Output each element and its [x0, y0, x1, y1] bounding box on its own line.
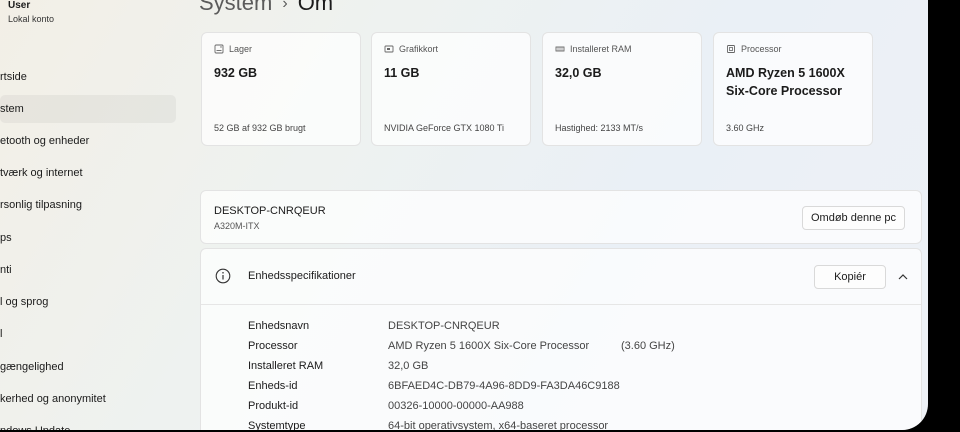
- sidebar-item-accessibility[interactable]: gængelighed: [0, 353, 176, 381]
- info-icon: [215, 268, 231, 284]
- card-processor[interactable]: Processor AMD Ryzen 5 1600X Six-Core Pro…: [713, 32, 873, 146]
- sidebar-item-gaming[interactable]: l: [0, 320, 176, 348]
- spec-label: Produkt-id: [248, 400, 299, 412]
- cpu-icon: [727, 45, 735, 53]
- user-name: User: [8, 0, 31, 11]
- spec-label: Processor: [248, 340, 298, 352]
- spec-value: DESKTOP-CNRQEUR: [388, 320, 500, 332]
- breadcrumb-separator: ›: [282, 0, 288, 12]
- device-name: DESKTOP-CNRQEUR: [214, 205, 326, 217]
- spec-label: Enheds-id: [248, 380, 298, 392]
- sidebar-item-bluetooth[interactable]: etooth og enheder: [0, 127, 176, 155]
- section-title: Enhedsspecifikationer: [248, 270, 356, 282]
- sidebar-item-apps[interactable]: ps: [0, 224, 176, 252]
- settings-window: User Lokal konto rtside stem etooth og e…: [0, 0, 928, 430]
- card-title: Installeret RAM: [570, 44, 632, 54]
- sidebar-item-network[interactable]: tværk og internet: [0, 159, 176, 187]
- sidebar-item-time-language[interactable]: l og sprog: [0, 288, 176, 316]
- card-title: Grafikkort: [399, 44, 439, 54]
- card-value: 932 GB: [214, 66, 258, 80]
- sidebar: User Lokal konto rtside stem etooth og e…: [0, 0, 182, 430]
- user-profile[interactable]: User Lokal konto: [8, 0, 54, 24]
- card-subtext: NVIDIA GeForce GTX 1080 Ti: [384, 123, 505, 133]
- chevron-up-icon[interactable]: [896, 270, 910, 284]
- rename-pc-button[interactable]: Omdøb denne pc: [802, 206, 905, 230]
- spec-value: 32,0 GB: [388, 360, 429, 372]
- sidebar-item-windows-update[interactable]: ndows Update: [0, 417, 176, 430]
- sidebar-item-privacy[interactable]: kerhed og anonymitet: [0, 385, 176, 413]
- card-title: Processor: [741, 44, 782, 54]
- card-storage[interactable]: Lager 932 GB 52 GB af 932 GB brugt: [201, 32, 361, 146]
- spec-label: Systemtype: [248, 420, 306, 430]
- sidebar-item-accounts[interactable]: nti: [0, 256, 176, 284]
- page-title: Om: [297, 0, 334, 15]
- spec-value: 00326-10000-00000-AA988: [388, 400, 524, 412]
- device-specifications-header[interactable]: Enhedsspecifikationer Kopiér: [201, 249, 921, 305]
- gpu-icon: [384, 45, 394, 53]
- breadcrumb-parent[interactable]: System: [199, 0, 272, 15]
- device-specifications-panel: Enhedsspecifikationer Kopiér Enhedsnavn …: [200, 248, 922, 430]
- sidebar-item-personalization[interactable]: rsonlig tilpasning: [0, 191, 176, 219]
- spec-value: 64-bit operativsystem, x64-baseret proce…: [388, 420, 609, 430]
- spec-extra-value: (3.60 GHz): [621, 340, 675, 352]
- spec-value: AMD Ryzen 5 1600X Six-Core Processor: [388, 340, 590, 352]
- card-title: Lager: [229, 44, 253, 54]
- device-model: A320M-ITX: [214, 221, 260, 231]
- card-value: 32,0 GB: [555, 66, 602, 80]
- card-ram[interactable]: Installeret RAM 32,0 GB Hastighed: 2133 …: [542, 32, 702, 146]
- card-value: AMD Ryzen 5 1600X Six-Core Processor: [726, 66, 845, 98]
- account-type: Lokal konto: [8, 14, 55, 24]
- breadcrumb: System › Om: [199, 0, 333, 16]
- card-subtext: 52 GB af 932 GB brugt: [214, 123, 306, 133]
- card-subtext: Hastighed: 2133 MT/s: [555, 123, 644, 133]
- spec-value: 6BFAED4C-DB79-4A96-8DD9-FA3DA46C9188: [388, 380, 620, 392]
- spec-label: Enhedsnavn: [248, 320, 310, 332]
- card-graphics[interactable]: Grafikkort 11 GB NVIDIA GeForce GTX 1080…: [371, 32, 531, 146]
- device-name-panel: DESKTOP-CNRQEUR A320M-ITX Omdøb denne pc: [200, 190, 922, 244]
- storage-icon: [214, 44, 224, 54]
- card-value: 11 GB: [384, 66, 420, 80]
- card-subtext: 3.60 GHz: [726, 123, 765, 133]
- sidebar-item-system[interactable]: stem: [0, 95, 176, 123]
- sidebar-item-home[interactable]: rtside: [0, 63, 176, 91]
- spec-label: Installeret RAM: [248, 360, 324, 372]
- copy-button[interactable]: Kopiér: [814, 265, 886, 289]
- ram-icon: [555, 46, 565, 52]
